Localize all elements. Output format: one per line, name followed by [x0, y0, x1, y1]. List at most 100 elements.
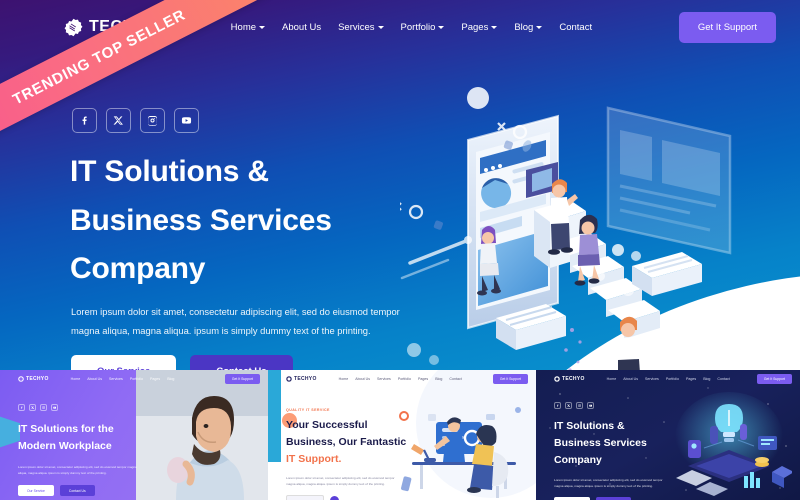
- t-nav-item[interactable]: Contact: [449, 377, 461, 381]
- thumbnail-cta-button[interactable]: Get It Support: [224, 373, 260, 384]
- t-nav-item[interactable]: Portfolio: [666, 377, 679, 381]
- instagram-icon[interactable]: [140, 108, 165, 133]
- nav-label: Portfolio: [400, 21, 436, 33]
- t-nav-item[interactable]: Portfolio: [130, 377, 143, 381]
- youtube-icon[interactable]: [51, 404, 58, 411]
- x-twitter-icon[interactable]: [565, 402, 572, 409]
- chevron-down-icon: [377, 26, 384, 29]
- t-nav-item[interactable]: Home: [339, 377, 349, 381]
- nav-item-portfolio[interactable]: Portfolio: [401, 22, 445, 33]
- thumbnail-primary-button[interactable]: Our Service: [286, 495, 324, 500]
- nav-label: Blog: [514, 21, 534, 33]
- accent-shape: [0, 412, 20, 452]
- thumbnail-business-services[interactable]: TECHYO Home About Us Services Portfolio …: [536, 370, 800, 500]
- thumbnail-eyebrow-label: QUALITY IT SERVICE: [286, 408, 330, 412]
- chevron-down-icon: [259, 26, 266, 29]
- t-nav-item[interactable]: Blog: [435, 377, 442, 381]
- instagram-icon[interactable]: [576, 402, 583, 409]
- hero-title-line-1: IT Solutions &: [70, 155, 269, 188]
- thumbnail-title: IT Solutions for the Modern Workplace: [18, 421, 163, 455]
- gear-logo-icon: [554, 375, 560, 382]
- thumbnail-cta-button[interactable]: Get It Support: [756, 373, 792, 384]
- instagram-icon[interactable]: [40, 404, 47, 411]
- thumbnail-menu: Home About Us Services Portfolio Pages B…: [71, 377, 175, 381]
- nav-label: Home: [230, 21, 257, 33]
- thumbnail-brand: TECHYO: [26, 375, 49, 382]
- youtube-icon[interactable]: [174, 108, 199, 133]
- thumbnail-socials: [18, 404, 163, 411]
- thumbnail-buttons: Our Service Contact Us: [18, 485, 163, 497]
- thumbnail-menu: Home About Us Services Portfolio Pages B…: [607, 377, 730, 381]
- thumbnail-cta-button[interactable]: Get It Support: [492, 373, 528, 384]
- nav-item-services[interactable]: Services: [338, 21, 384, 33]
- thumbnail-title: Your Successful Business, Our Fantastic …: [286, 417, 426, 467]
- template-preview-screenshot: TECHYO Home About Us Services Portfolio: [0, 0, 800, 500]
- thumbnail-title: IT Solutions & Business Services Company: [554, 418, 689, 469]
- t-nav-item[interactable]: Services: [645, 377, 659, 381]
- thumbnail-it-support[interactable]: TECHYO Home About Us Services Portfolio …: [268, 370, 536, 500]
- t-title-line-2: Business Services: [554, 437, 647, 449]
- t-nav-item[interactable]: Services: [109, 377, 123, 381]
- hero-title-line-3: Company: [70, 252, 206, 286]
- facebook-icon[interactable]: [18, 404, 25, 411]
- facebook-icon[interactable]: [72, 108, 97, 133]
- thumbnail-hero-content: IT Solutions for the Modern Workplace Lo…: [18, 404, 163, 497]
- thumbnail-hero-content: IT Solutions & Business Services Company…: [554, 402, 689, 500]
- t-nav-item[interactable]: Blog: [703, 377, 710, 381]
- thumbnail-menu: Home About Us Services Portfolio Pages B…: [339, 377, 462, 381]
- hero-title-line-2: Business Services: [70, 203, 332, 237]
- thumbnail-socials: [554, 402, 689, 409]
- youtube-icon[interactable]: [587, 402, 594, 409]
- nav-item-blog[interactable]: Blog: [514, 21, 543, 33]
- t-nav-item[interactable]: Pages: [686, 377, 696, 381]
- get-it-support-button[interactable]: Get It Support: [678, 11, 776, 43]
- facebook-icon[interactable]: [554, 402, 561, 409]
- t-nav-item[interactable]: Services: [377, 377, 391, 381]
- t-title-line-1: Your Successful: [286, 419, 368, 431]
- t-title-line-3: Company: [554, 454, 602, 466]
- nav-item-home[interactable]: Home: [230, 21, 266, 33]
- x-twitter-icon[interactable]: [106, 108, 131, 133]
- thumbnail-primary-button[interactable]: Our Service: [18, 485, 54, 497]
- thumbnail-brand: TECHYO: [294, 375, 317, 382]
- t-nav-item[interactable]: Home: [607, 377, 617, 381]
- thumbnail-navbar: TECHYO Home About Us Services Portfolio …: [536, 370, 800, 387]
- t-nav-item[interactable]: Pages: [150, 377, 160, 381]
- thumbnail-description: Lorem ipsum dolor sit amet, consectetur …: [286, 476, 395, 487]
- thumbnail-brand: TECHYO: [562, 375, 585, 382]
- t-nav-item[interactable]: About Us: [87, 377, 102, 381]
- nav-menu: Home About Us Services Portfolio Pages B…: [231, 22, 592, 33]
- t-nav-item[interactable]: Blog: [167, 377, 174, 381]
- t-nav-item[interactable]: Portfolio: [398, 377, 411, 381]
- t-nav-item[interactable]: About Us: [355, 377, 370, 381]
- thumbnail-secondary-button[interactable]: Contact Us: [59, 485, 95, 497]
- x-twitter-icon[interactable]: [29, 404, 36, 411]
- thumbnail-modern-workplace[interactable]: TECHYO Home About Us Services Portfolio …: [0, 370, 268, 500]
- nav-item-pages[interactable]: Pages: [461, 22, 498, 33]
- thumbnail-description: Lorem ipsum dolor sit amet, consectetur …: [18, 465, 137, 476]
- nav-item-contact[interactable]: Contact: [559, 22, 592, 33]
- chevron-down-icon: [491, 26, 498, 29]
- thumbnail-description: Lorem ipsum dolor sit amet, consectetur …: [554, 478, 663, 489]
- hero-section: TECHYO Home About Us Services Portfolio: [0, 0, 800, 378]
- nav-label: Services: [338, 21, 375, 33]
- t-nav-item[interactable]: Home: [71, 377, 81, 381]
- thumbnail-logo[interactable]: TECHYO: [18, 376, 49, 382]
- thumbnail-navbar: TECHYO Home About Us Services Portfolio …: [268, 370, 536, 387]
- t-title-line-2: Modern Workplace: [18, 440, 112, 452]
- t-nav-item[interactable]: About Us: [623, 377, 638, 381]
- hero-description: Lorem ipsum dolor sit amet, consectetur …: [71, 306, 400, 336]
- thumbnail-buttons: Our Service: [286, 495, 426, 500]
- nav-label: About Us: [282, 21, 322, 33]
- t-nav-item[interactable]: Contact: [717, 377, 729, 381]
- t-nav-item[interactable]: Pages: [418, 377, 428, 381]
- thumbnail-logo[interactable]: TECHYO: [286, 376, 317, 382]
- gear-logo-icon: [18, 375, 24, 382]
- thumbnail-hero-content: QUALITY IT SERVICE Your Successful Busin…: [282, 408, 426, 500]
- chevron-down-icon: [536, 26, 543, 29]
- nav-item-about-us[interactable]: About Us: [282, 22, 321, 33]
- play-button-icon[interactable]: [329, 496, 339, 500]
- thumbnail-logo[interactable]: TECHYO: [554, 376, 585, 382]
- chevron-down-icon: [438, 26, 445, 29]
- gear-logo-icon: [286, 375, 292, 382]
